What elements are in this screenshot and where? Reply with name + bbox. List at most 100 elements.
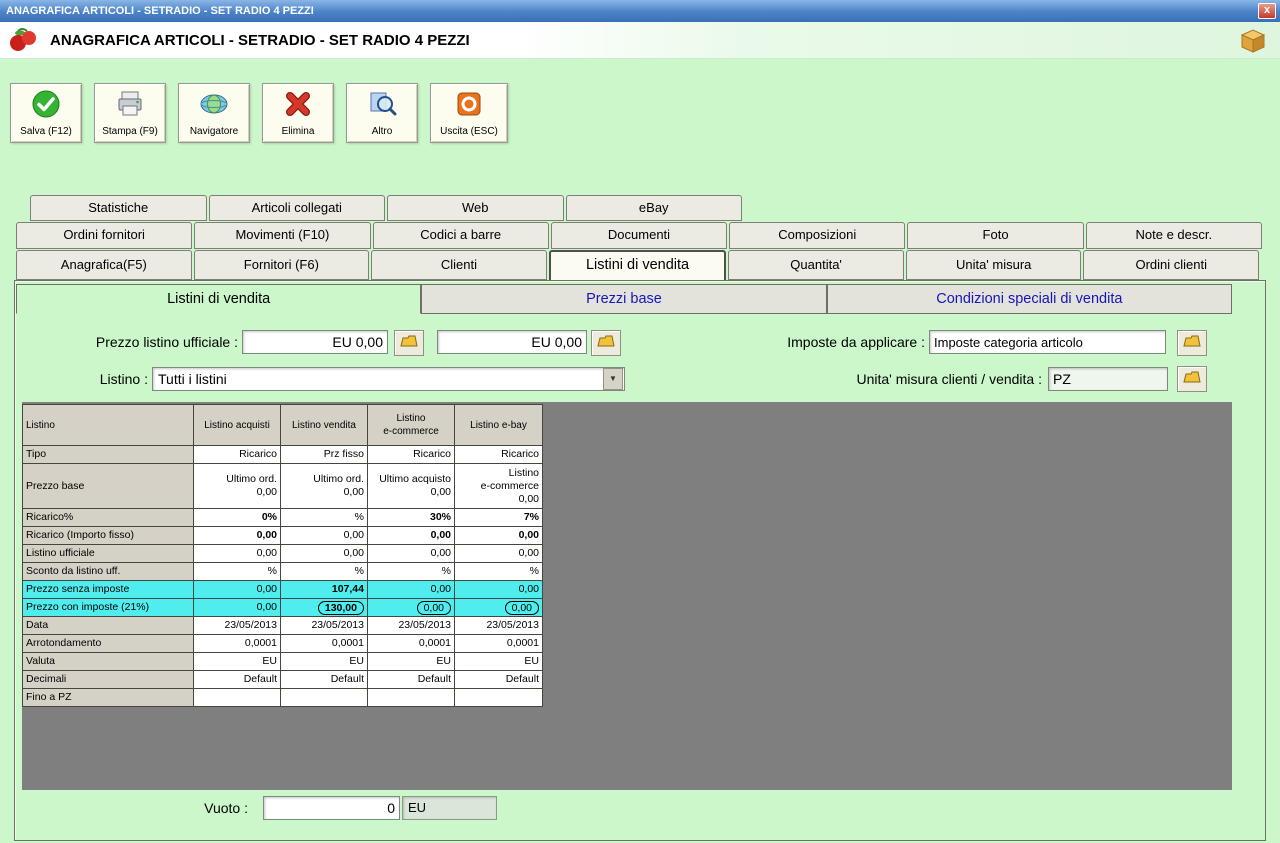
- table-row: Arrotondamento 0,0001 0,0001 0,0001 0,0001: [22, 634, 543, 653]
- grid-cell[interactable]: 0,00: [193, 526, 281, 545]
- um-input[interactable]: [1048, 367, 1168, 391]
- tab-listini-di-vendita[interactable]: Listini di vendita: [548, 250, 727, 280]
- grid-cell[interactable]: Default: [454, 670, 543, 689]
- imposte-input[interactable]: [929, 330, 1166, 354]
- prezzo-lookup-1-button[interactable]: [394, 330, 424, 356]
- grid-cell[interactable]: Ricarico: [454, 445, 543, 464]
- grid-row-label: Prezzo senza imposte: [22, 580, 194, 599]
- prezzo-lookup-2-button[interactable]: [591, 330, 621, 356]
- tab-documenti[interactable]: Documenti: [550, 222, 728, 249]
- grid-cell[interactable]: 0,00: [193, 544, 281, 563]
- grid-corner-header: Listino: [22, 404, 194, 446]
- grid-cell[interactable]: %: [367, 562, 455, 581]
- tab-web[interactable]: Web: [387, 195, 564, 221]
- imposte-lookup-button[interactable]: [1177, 330, 1207, 356]
- other-button[interactable]: Altro: [346, 83, 418, 143]
- grid-cell[interactable]: Default: [193, 670, 281, 689]
- grid-row-label: Tipo: [22, 445, 194, 464]
- grid-cell[interactable]: 0,00: [280, 526, 368, 545]
- grid-cell[interactable]: 0,0001: [193, 634, 281, 653]
- tab-ordini-clienti[interactable]: Ordini clienti: [1083, 250, 1260, 280]
- grid-cell[interactable]: Ricarico: [193, 445, 281, 464]
- delete-button[interactable]: Elimina: [262, 83, 334, 143]
- grid-cell[interactable]: [454, 688, 543, 707]
- grid-cell[interactable]: Prz fisso: [280, 445, 368, 464]
- grid-cell[interactable]: 0,00: [280, 544, 368, 563]
- grid-cell[interactable]: [193, 688, 281, 707]
- save-button[interactable]: Salva (F12): [10, 83, 82, 143]
- tab-quantita[interactable]: Quantita': [728, 250, 904, 280]
- tab-statistiche[interactable]: Statistiche: [30, 195, 207, 221]
- tab-note-e-descr[interactable]: Note e descr.: [1085, 222, 1262, 249]
- grid-cell[interactable]: 0%: [193, 508, 281, 527]
- grid-cell[interactable]: %: [193, 562, 281, 581]
- grid-cell[interactable]: %: [454, 562, 543, 581]
- grid-cell[interactable]: Ultimo acquisto 0,00: [367, 463, 455, 509]
- grid-cell[interactable]: [280, 688, 368, 707]
- print-button[interactable]: Stampa (F9): [94, 83, 166, 143]
- grid-cell[interactable]: Ultimo ord. 0,00: [280, 463, 368, 509]
- grid-cell[interactable]: Listino e-commerce 0,00: [454, 463, 543, 509]
- tab-fornitori-f6[interactable]: Fornitori (F6): [193, 250, 370, 280]
- subtab-condizioni-speciali-di-vendita[interactable]: Condizioni speciali di vendita: [826, 284, 1232, 314]
- vuoto-input[interactable]: [263, 796, 400, 820]
- grid-cell[interactable]: 107,44: [280, 580, 368, 599]
- table-row: Prezzo senza imposte 0,00 107,44 0,00 0,00: [22, 580, 543, 599]
- grid-cell[interactable]: EU: [193, 652, 281, 671]
- grid-cell[interactable]: 0,00: [454, 526, 543, 545]
- grid-cell[interactable]: 0,00: [367, 526, 455, 545]
- grid-cell[interactable]: 30%: [367, 508, 455, 527]
- grid-cell[interactable]: 130,00: [280, 598, 368, 617]
- grid-cell[interactable]: Ultimo ord. 0,00: [193, 463, 281, 509]
- grid-cell[interactable]: EU: [454, 652, 543, 671]
- tab-movimenti-f10[interactable]: Movimenti (F10): [194, 222, 371, 249]
- grid-cell[interactable]: 23/05/2013: [367, 616, 455, 635]
- subtab-listini-di-vendita[interactable]: Listini di vendita: [16, 284, 422, 314]
- grid-cell[interactable]: [367, 688, 455, 707]
- imposte-label: Imposte da applicare :: [787, 334, 925, 350]
- grid-cell[interactable]: 0,00: [193, 598, 281, 617]
- tab-ordini-fornitori[interactable]: Ordini fornitori: [16, 222, 193, 249]
- navigator-button[interactable]: Navigatore: [178, 83, 250, 143]
- exit-button[interactable]: Uscita (ESC): [430, 83, 508, 143]
- tab-articoli-collegati[interactable]: Articoli collegati: [208, 195, 385, 221]
- tab-codici-a-barre[interactable]: Codici a barre: [372, 222, 549, 249]
- prezzo-listino-input-1[interactable]: [242, 330, 388, 354]
- grid-cell[interactable]: 0,00: [367, 580, 455, 599]
- listini-grid: Listino Listino acquisti Listino vendita Li…: [22, 404, 543, 707]
- prezzo-listino-input-2[interactable]: [437, 330, 587, 354]
- grid-cell[interactable]: EU: [367, 652, 455, 671]
- tab-anagrafica-f5[interactable]: Anagrafica(F5): [16, 250, 192, 280]
- grid-cell[interactable]: 0,00: [367, 544, 455, 563]
- grid-cell[interactable]: 23/05/2013: [193, 616, 281, 635]
- grid-cell[interactable]: 0,00: [367, 598, 455, 617]
- tab-ebay[interactable]: eBay: [565, 195, 742, 221]
- grid-cell[interactable]: 23/05/2013: [280, 616, 368, 635]
- grid-cell[interactable]: Default: [367, 670, 455, 689]
- grid-cell[interactable]: %: [280, 508, 368, 527]
- listino-select[interactable]: Tutti i listini ▼: [152, 367, 625, 391]
- tab-clienti[interactable]: Clienti: [371, 250, 547, 280]
- grid-cell[interactable]: Ricarico: [367, 445, 455, 464]
- grid-cell[interactable]: 7%: [454, 508, 543, 527]
- grid-cell[interactable]: 0,00: [454, 598, 543, 617]
- um-lookup-button[interactable]: [1177, 366, 1207, 392]
- chevron-down-icon[interactable]: ▼: [603, 368, 623, 390]
- tab-unita-misura[interactable]: Unita' misura: [905, 250, 1082, 280]
- grid-cell[interactable]: 0,00: [193, 580, 281, 599]
- close-icon[interactable]: x: [1258, 3, 1276, 19]
- folder-lookup-icon: [400, 334, 418, 353]
- grid-cell[interactable]: %: [280, 562, 368, 581]
- tab-composizioni[interactable]: Composizioni: [729, 222, 906, 249]
- grid-cell[interactable]: Default: [280, 670, 368, 689]
- grid-cell[interactable]: 0,00: [454, 544, 543, 563]
- grid-cell[interactable]: EU: [280, 652, 368, 671]
- tab-foto[interactable]: Foto: [907, 222, 1084, 249]
- grid-cell[interactable]: 0,0001: [280, 634, 368, 653]
- grid-cell[interactable]: 0,0001: [454, 634, 543, 653]
- grid-column-header: Listino acquisti: [193, 404, 281, 446]
- subtab-prezzi-base[interactable]: Prezzi base: [421, 284, 827, 314]
- grid-cell[interactable]: 23/05/2013: [454, 616, 543, 635]
- grid-cell[interactable]: 0,00: [454, 580, 543, 599]
- grid-cell[interactable]: 0,0001: [367, 634, 455, 653]
